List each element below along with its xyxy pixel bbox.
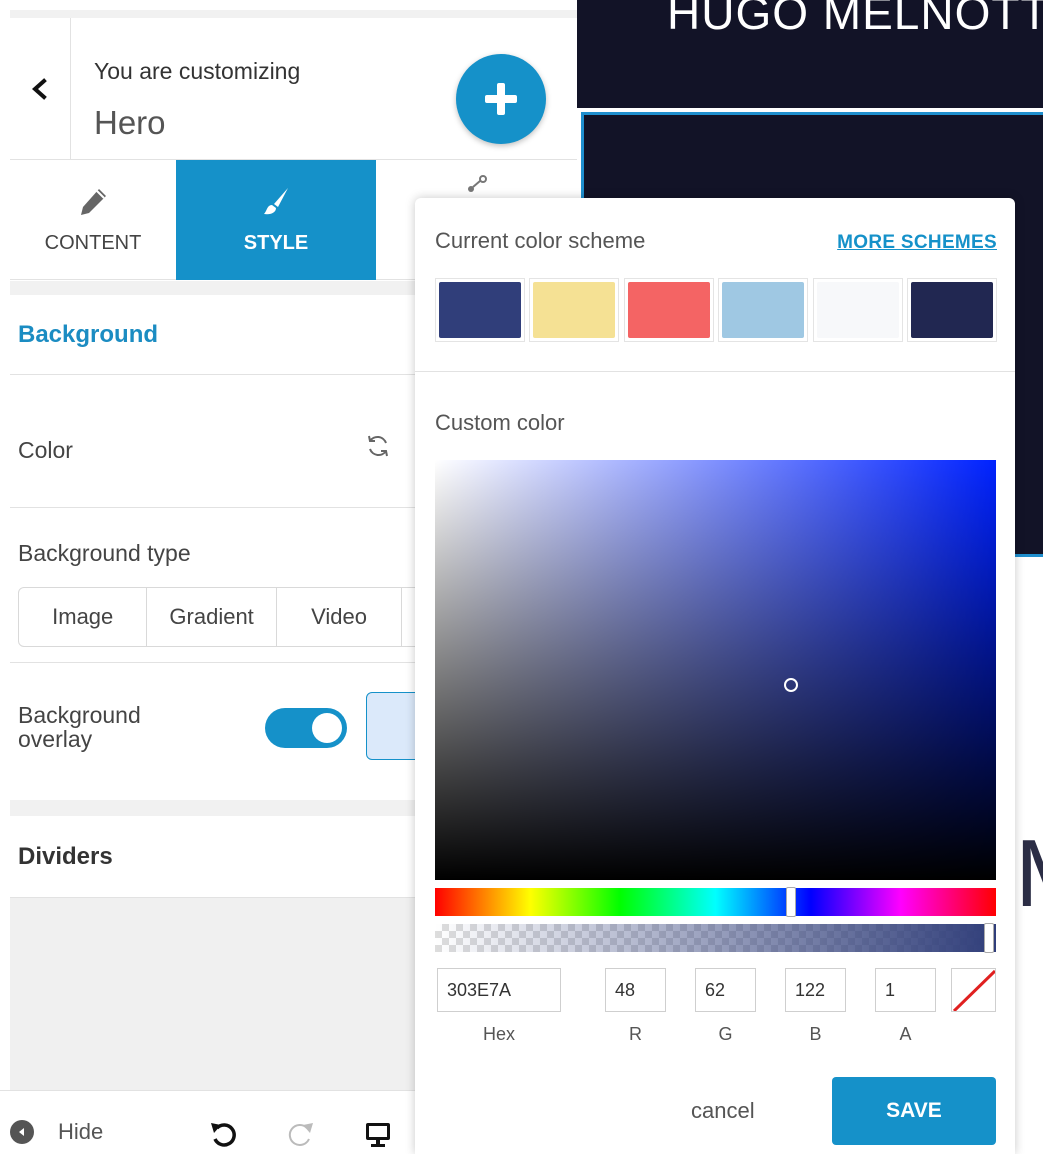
wand-icon [467, 175, 487, 192]
scheme-swatch[interactable] [529, 278, 620, 342]
hex-input[interactable] [437, 968, 561, 1012]
header-title: Hero [94, 104, 166, 141]
more-schemes-link[interactable]: MORE SCHEMES [837, 232, 997, 254]
hex-label: Hex [482, 1024, 515, 1044]
toggle-knob [312, 713, 342, 743]
hide-sidebar-button[interactable]: Hide [10, 1119, 103, 1145]
bg-type-video-button[interactable]: Video [277, 588, 403, 646]
blue-input[interactable] [785, 968, 846, 1012]
tab-style[interactable]: STYLE [176, 160, 376, 280]
blue-label: B [809, 1024, 822, 1044]
hue-slider[interactable] [435, 887, 996, 917]
preview-site-title: HUGO MELNOTTI [667, 0, 1043, 39]
hide-label: Hide [58, 1119, 104, 1144]
scheme-swatch[interactable] [435, 278, 525, 342]
scheme-swatch[interactable] [718, 278, 809, 342]
tab-content[interactable]: CONTENT [10, 160, 176, 280]
paintbrush-icon [264, 187, 288, 214]
saturation-value-area[interactable] [435, 460, 996, 880]
customizer-header: You are customizing Hero [10, 10, 577, 160]
add-section-button[interactable] [456, 54, 546, 144]
background-overlay-toggle[interactable] [265, 708, 347, 748]
preview-header: HUGO MELNOTTI [577, 0, 1043, 108]
redo-icon[interactable] [286, 1119, 316, 1149]
save-button[interactable]: SAVE [832, 1077, 996, 1145]
background-overlay-label: Background overlay [18, 702, 141, 752]
background-type-selector: Image Gradient Video [18, 587, 448, 647]
color-label: Color [18, 437, 73, 463]
header-subtitle: You are customizing [94, 58, 301, 84]
bg-type-image-button[interactable]: Image [19, 588, 148, 646]
back-button[interactable] [10, 18, 71, 160]
color-scheme-label: Current color scheme [435, 228, 646, 253]
pencil-icon [81, 188, 106, 215]
reset-icon[interactable] [365, 433, 391, 459]
tab-content-label: CONTENT [44, 231, 142, 254]
background-type-label: Background type [18, 540, 191, 566]
alpha-slider-handle[interactable] [984, 923, 994, 953]
alpha-input[interactable] [875, 968, 936, 1012]
color-picker-popup: Current color scheme MORE SCHEMES Custom… [415, 198, 1015, 1154]
chevron-left-icon [31, 78, 47, 100]
arrow-left-circle-icon [10, 1120, 34, 1144]
no-color-icon [952, 969, 995, 1011]
tab-style-label: STYLE [243, 231, 309, 254]
preview-heading-text: M [1015, 826, 1043, 922]
scheme-swatch[interactable] [906, 278, 997, 342]
alpha-slider[interactable] [435, 923, 996, 953]
green-input[interactable] [695, 968, 756, 1012]
red-input[interactable] [605, 968, 666, 1012]
plus-icon [485, 83, 517, 115]
bg-type-gradient-button[interactable]: Gradient [147, 588, 277, 646]
color-scheme-swatches [435, 278, 997, 342]
cancel-button[interactable]: cancel [691, 1098, 755, 1124]
scheme-swatch[interactable] [623, 278, 714, 342]
green-label: G [718, 1024, 733, 1044]
hue-slider-handle[interactable] [786, 887, 796, 917]
alpha-label: A [899, 1024, 912, 1044]
color-pointer[interactable] [784, 678, 798, 692]
scheme-swatch[interactable] [812, 278, 903, 342]
desktop-icon[interactable] [363, 1119, 393, 1149]
no-color-button[interactable] [951, 968, 996, 1012]
undo-icon[interactable] [208, 1119, 238, 1149]
custom-color-label: Custom color [435, 410, 565, 435]
red-label: R [629, 1024, 642, 1044]
